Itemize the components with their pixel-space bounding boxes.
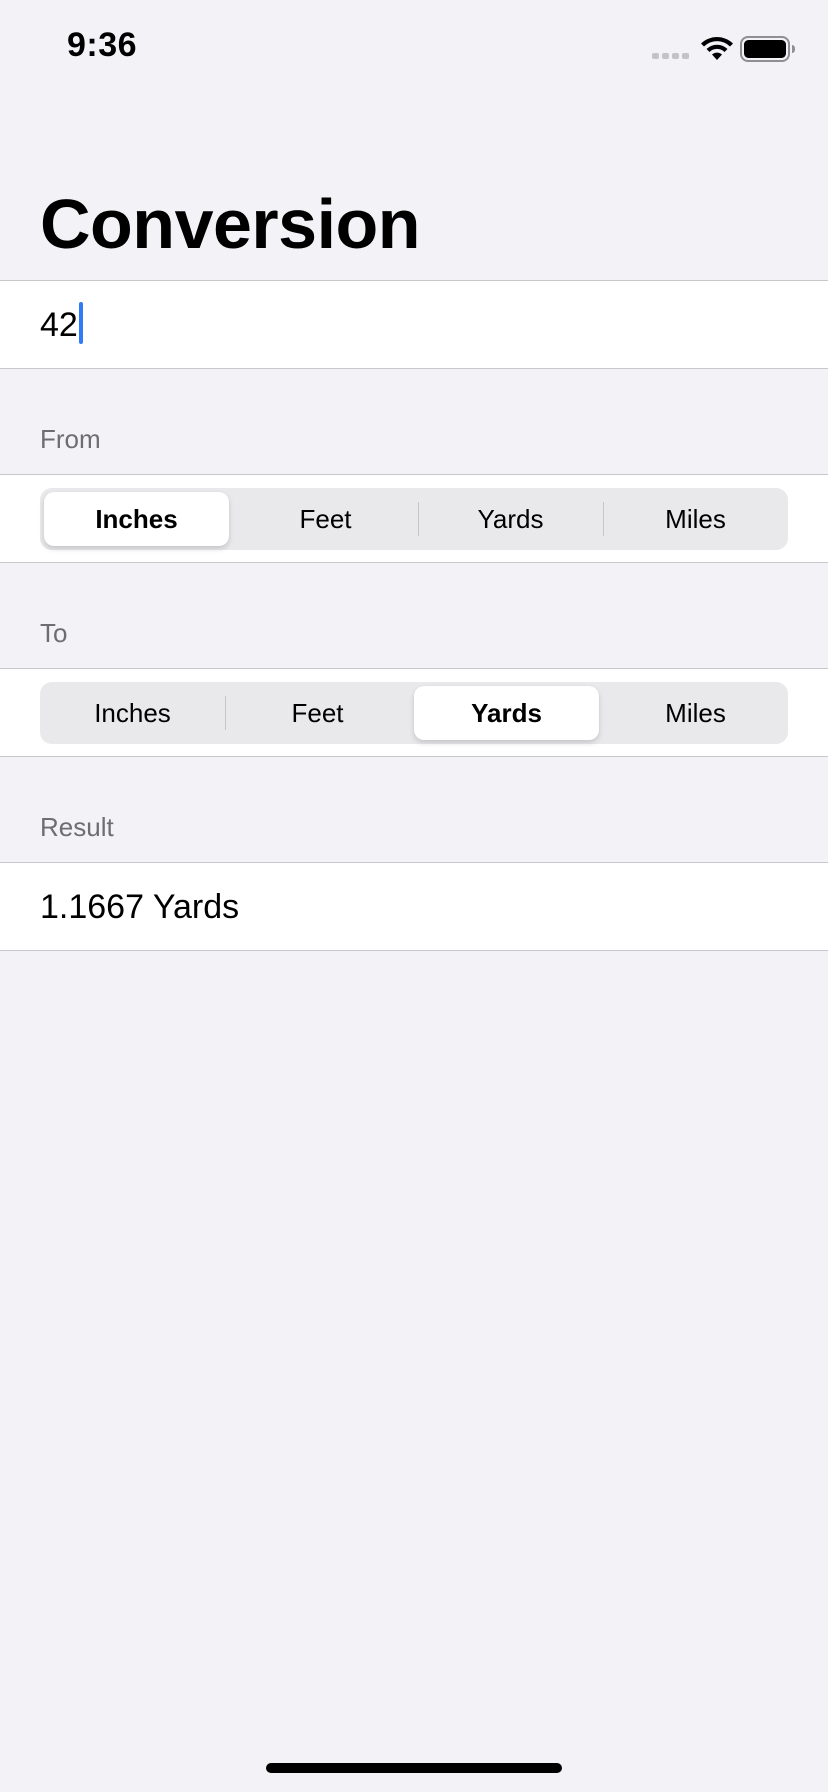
text-cursor	[78, 302, 83, 344]
result-section-header: Result	[40, 812, 114, 842]
to-segment-miles[interactable]: Miles	[603, 682, 788, 744]
status-time: 9:36	[67, 26, 138, 64]
from-section-header: From	[40, 424, 101, 454]
from-segment-inches[interactable]: Inches	[44, 492, 229, 546]
amount-field[interactable]: 42	[40, 302, 83, 348]
from-unit-picker[interactable]: Inches Feet Yards Miles	[40, 488, 788, 550]
to-segment-feet[interactable]: Feet	[225, 682, 410, 744]
page-title: Conversion	[40, 185, 421, 263]
amount-value: 42	[40, 306, 78, 344]
result-value: 1.1667 Yards	[40, 888, 240, 926]
to-unit-picker[interactable]: Inches Feet Yards Miles	[40, 682, 788, 744]
to-segment-yards[interactable]: Yards	[414, 686, 599, 740]
to-cell: Inches Feet Yards Miles	[0, 668, 828, 757]
home-indicator[interactable]	[266, 1763, 562, 1773]
wifi-icon	[701, 37, 733, 60]
signal-icon	[652, 53, 689, 59]
from-segment-miles[interactable]: Miles	[603, 488, 788, 550]
to-segment-inches[interactable]: Inches	[40, 682, 225, 744]
from-segment-feet[interactable]: Feet	[233, 488, 418, 550]
from-segment-yards[interactable]: Yards	[418, 488, 603, 550]
amount-cell[interactable]: 42	[0, 280, 828, 369]
battery-icon	[740, 36, 795, 62]
result-cell: 1.1667 Yards	[0, 862, 828, 951]
from-cell: Inches Feet Yards Miles	[0, 474, 828, 563]
status-bar: 9:36	[0, 0, 828, 100]
to-section-header: To	[40, 618, 68, 648]
